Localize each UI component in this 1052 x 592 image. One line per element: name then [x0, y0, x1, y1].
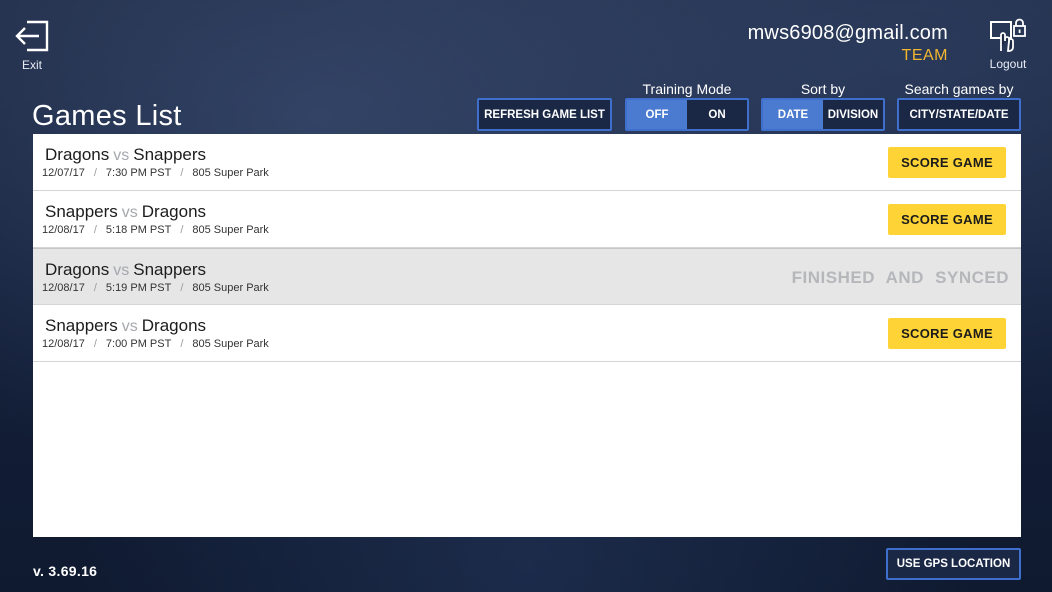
vs-label: vs: [113, 262, 130, 279]
separator-icon: /: [180, 282, 184, 294]
home-team: Snappers: [45, 316, 118, 335]
vs-label: vs: [121, 318, 138, 335]
games-list: Dragons vs Snappers 12/07/17 / 7:30 PM PST…: [33, 134, 1021, 537]
game-matchup: Snappers vs Dragons: [45, 316, 206, 336]
game-meta: 12/08/17 / 5:19 PM PST / 805 Super Park: [42, 282, 269, 294]
game-date: 12/08/17: [42, 224, 85, 236]
game-date: 12/08/17: [42, 338, 85, 350]
app-version: v. 3.69.16: [33, 563, 98, 579]
refresh-game-list-button[interactable]: REFRESH GAME LIST: [477, 98, 612, 131]
game-date: 12/07/17: [42, 167, 85, 179]
game-matchup: Dragons vs Snappers: [45, 145, 206, 165]
game-row[interactable]: Snappers vs Dragons 12/08/17 / 7:00 PM PST…: [33, 305, 1021, 362]
separator-icon: /: [93, 167, 97, 179]
separator-icon: /: [93, 338, 97, 350]
sort-by-date[interactable]: DATE: [763, 100, 823, 129]
exit-icon: [12, 18, 52, 54]
game-row[interactable]: Snappers vs Dragons 12/08/17 / 5:18 PM PST…: [33, 191, 1021, 248]
sort-by-division[interactable]: DIVISION: [823, 100, 883, 129]
separator-icon: /: [180, 224, 184, 236]
game-venue: 805 Super Park: [192, 167, 269, 179]
separator-icon: /: [180, 167, 184, 179]
game-time: 7:00 PM PST: [105, 338, 172, 350]
score-game-button[interactable]: SCORE GAME: [888, 204, 1006, 235]
game-row-finished[interactable]: Dragons vs Snappers 12/08/17 / 5:19 PM PST…: [33, 248, 1021, 305]
game-time: 7:30 PM PST: [105, 167, 172, 179]
game-meta: 12/07/17 / 7:30 PM PST / 805 Super Park: [42, 167, 269, 179]
sort-by-toggle: DATE DIVISION: [761, 98, 885, 131]
sort-by-label: Sort by: [800, 81, 846, 97]
game-meta: 12/08/17 / 5:18 PM PST / 805 Super Park: [42, 224, 269, 236]
home-team: Dragons: [45, 260, 110, 279]
account-info: mws6908@gmail.com TEAM: [748, 22, 948, 65]
search-city-state-date-button[interactable]: CITY/STATE/DATE: [897, 98, 1021, 131]
vs-label: vs: [121, 204, 138, 221]
away-team: Snappers: [133, 260, 207, 279]
game-time: 5:18 PM PST: [105, 224, 172, 236]
exit-button[interactable]: Exit: [12, 18, 52, 72]
home-team: Snappers: [45, 202, 118, 221]
training-mode-on[interactable]: ON: [687, 100, 747, 129]
exit-label: Exit: [21, 58, 42, 72]
vs-label: vs: [113, 147, 130, 164]
game-matchup: Snappers vs Dragons: [45, 202, 206, 222]
search-games-label: Search games by: [904, 81, 1014, 97]
separator-icon: /: [180, 338, 184, 350]
home-team: Dragons: [45, 145, 110, 164]
use-gps-location-button[interactable]: USE GPS LOCATION: [886, 548, 1021, 580]
separator-icon: /: [93, 282, 97, 294]
logout-label: Logout: [989, 57, 1027, 71]
training-mode-toggle: OFF ON: [625, 98, 749, 131]
game-time: 5:19 PM PST: [105, 282, 172, 294]
account-email: mws6908@gmail.com: [747, 22, 948, 44]
away-team: Dragons: [141, 202, 207, 221]
page-title: Games List: [32, 100, 182, 132]
away-team: Snappers: [133, 145, 207, 164]
away-team: Dragons: [141, 316, 207, 335]
game-meta: 12/08/17 / 7:00 PM PST / 805 Super Park: [42, 338, 269, 350]
game-venue: 805 Super Park: [192, 224, 269, 236]
logout-lock-icon: [986, 17, 1030, 53]
game-venue: 805 Super Park: [192, 282, 269, 294]
game-matchup: Dragons vs Snappers: [45, 260, 206, 280]
account-role: TEAM: [901, 47, 948, 64]
separator-icon: /: [93, 224, 97, 236]
finished-synced-status: FINISHED AND SYNCED: [791, 268, 1009, 287]
score-game-button[interactable]: SCORE GAME: [888, 318, 1006, 349]
game-venue: 805 Super Park: [192, 338, 269, 350]
logout-button[interactable]: Logout: [986, 17, 1030, 71]
training-mode-label: Training Mode: [642, 81, 732, 97]
score-game-button[interactable]: SCORE GAME: [888, 147, 1006, 178]
game-row[interactable]: Dragons vs Snappers 12/07/17 / 7:30 PM PST…: [33, 134, 1021, 191]
training-mode-off[interactable]: OFF: [627, 100, 687, 129]
game-date: 12/08/17: [42, 282, 85, 294]
